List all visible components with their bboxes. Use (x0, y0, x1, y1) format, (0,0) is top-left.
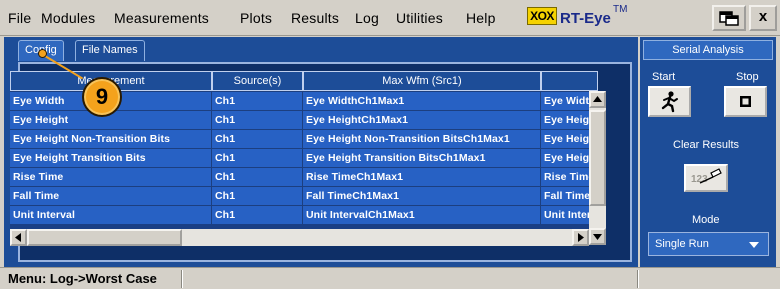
tab-file-names[interactable]: File Names (75, 40, 145, 61)
mode-label: Mode (692, 214, 720, 226)
status-bar: Menu: Log->Worst Case (0, 267, 780, 289)
close-button[interactable]: x (749, 5, 777, 31)
stop-button[interactable] (724, 86, 767, 117)
window-switch-icon (719, 11, 739, 26)
callout-pointer-dot (38, 49, 47, 58)
cell-source: Ch1 (212, 92, 303, 111)
svg-text:123: 123 (691, 174, 708, 185)
cell-max-wfm: Eye HeightCh1Max1 (303, 111, 541, 130)
clear-results-button[interactable]: 123 (684, 164, 728, 192)
column-header-extra[interactable] (541, 71, 598, 91)
status-divider (637, 270, 639, 288)
cell-measurement: Eye Height Transition Bits (10, 149, 212, 168)
table-row[interactable]: Rise Time Ch1 Rise TimeCh1Max1 Rise Time… (10, 167, 598, 187)
cell-max-wfm: Eye WidthCh1Max1 (303, 92, 541, 111)
cell-max-wfm: Unit IntervalCh1Max1 (303, 206, 541, 225)
menu-file[interactable]: File (8, 10, 31, 26)
column-header-max-wfm[interactable]: Max Wfm (Src1) (303, 71, 541, 91)
column-header-sources[interactable]: Source(s) (212, 71, 303, 91)
menu-bar: File Modules Measurements Plots Results … (0, 0, 780, 36)
horizontal-scroll-thumb[interactable] (27, 229, 182, 246)
config-panel: Config File Names Measurement Source(s) … (4, 37, 638, 267)
mode-dropdown[interactable]: Single Run (648, 232, 769, 256)
table-row[interactable]: Fall Time Ch1 Fall TimeCh1Max1 Fall Time… (10, 186, 598, 206)
menu-plots[interactable]: Plots (240, 10, 272, 26)
vertical-scroll-thumb[interactable] (589, 110, 606, 206)
scroll-left-button[interactable] (10, 229, 27, 246)
chevron-down-icon (749, 242, 759, 248)
cell-measurement: Rise Time (10, 168, 212, 187)
step-number-badge: 9 (82, 77, 122, 117)
cell-source: Ch1 (212, 111, 303, 130)
window-switch-button[interactable] (712, 5, 746, 31)
cell-max-wfm: Fall TimeCh1Max1 (303, 187, 541, 206)
arrow-left-icon (15, 233, 21, 242)
panel-title[interactable]: Serial Analysis (643, 40, 773, 60)
menu-log[interactable]: Log (355, 10, 379, 26)
cell-source: Ch1 (212, 149, 303, 168)
cell-source: Ch1 (212, 130, 303, 149)
start-button[interactable] (648, 86, 691, 117)
cell-source: Ch1 (212, 206, 303, 225)
vertical-scrollbar[interactable] (589, 91, 606, 245)
menu-utilities[interactable]: Utilities (396, 10, 443, 26)
app-logo: XOX RT-Eye TM (527, 3, 637, 33)
cell-measurement: Eye Height Non-Transition Bits (10, 130, 212, 149)
scroll-down-button[interactable] (589, 228, 606, 245)
scroll-right-button[interactable] (572, 229, 589, 246)
cell-source: Ch1 (212, 168, 303, 187)
table-row[interactable]: Eye Height Non-Transition Bits Ch1 Eye H… (10, 129, 598, 149)
cell-max-wfm: Eye Height Non-Transition BitsCh1Max1 (303, 130, 541, 149)
menu-modules[interactable]: Modules (41, 10, 95, 26)
start-label: Start (652, 71, 676, 83)
serial-analysis-panel: Serial Analysis Start Stop Clear Results… (640, 37, 776, 267)
menu-help[interactable]: Help (466, 10, 496, 26)
arrow-down-icon (593, 234, 602, 240)
cell-max-wfm: Rise TimeCh1Max1 (303, 168, 541, 187)
arrow-right-icon (578, 233, 584, 242)
arrow-up-icon (593, 96, 602, 102)
mode-value: Single Run (655, 238, 709, 250)
table-row[interactable]: Unit Interval Ch1 Unit IntervalCh1Max1 U… (10, 205, 598, 225)
menu-measurements[interactable]: Measurements (114, 10, 209, 26)
stop-square-icon (740, 96, 751, 107)
table-row[interactable]: Eye Height Transition Bits Ch1 Eye Heigh… (10, 148, 598, 168)
logo-name: RT-Eye (560, 10, 611, 27)
clear-results-label: Clear Results (673, 139, 740, 151)
menu-results[interactable]: Results (291, 10, 339, 26)
cell-source: Ch1 (212, 187, 303, 206)
logo-trademark: TM (613, 4, 628, 15)
cell-measurement: Fall Time (10, 187, 212, 206)
stop-label: Stop (736, 71, 759, 83)
status-text: Menu: Log->Worst Case (8, 271, 157, 286)
cell-max-wfm: Eye Height Transition BitsCh1Max1 (303, 149, 541, 168)
cell-measurement: Unit Interval (10, 206, 212, 225)
application-window: File Modules Measurements Plots Results … (0, 0, 780, 289)
scroll-up-button[interactable] (589, 91, 606, 108)
horizontal-scrollbar[interactable] (10, 229, 589, 246)
eraser-icon: 123 (691, 168, 722, 185)
running-man-icon (661, 91, 678, 113)
status-divider (181, 270, 183, 288)
logo-badge: XOX (527, 7, 557, 25)
